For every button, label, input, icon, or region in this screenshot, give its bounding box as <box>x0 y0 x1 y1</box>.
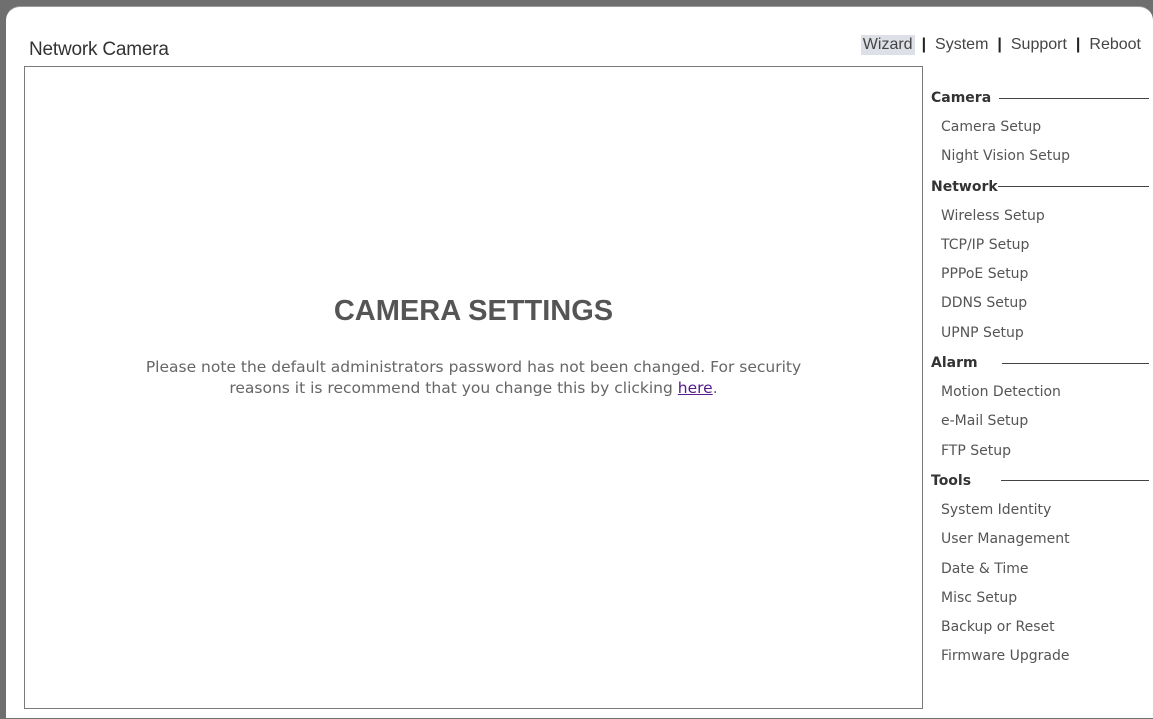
page-title: CAMERA SETTINGS <box>333 295 614 327</box>
sidebar-header-label: Camera <box>931 90 992 106</box>
nav-wizard-link[interactable]: Wizard <box>860 35 915 55</box>
change-password-link[interactable]: here <box>678 379 713 397</box>
sidebar-section-alarm: Alarm Motion Detection e-Mail Setup FTP … <box>931 348 1149 466</box>
section-divider <box>997 186 1149 188</box>
sidebar-section-network: Network Wireless Setup TCP/IP Setup PPPo… <box>931 172 1149 348</box>
sidebar-item-pppoe-setup[interactable]: PPPoE Setup <box>931 260 1149 289</box>
sidebar-header-label: Network <box>931 178 998 195</box>
sidebar-item-email-setup[interactable]: e-Mail Setup <box>931 407 1149 436</box>
section-divider <box>1001 480 1149 482</box>
nav-separator: | <box>997 36 1002 53</box>
notice-line-2: reasons it is recommend that you change … <box>229 379 678 397</box>
notice-suffix: . <box>712 379 718 397</box>
nav-system-link[interactable]: System <box>933 35 990 55</box>
sidebar-header-label: Tools <box>931 472 972 489</box>
sidebar-header-camera: Camera <box>931 83 1149 113</box>
sidebar-header-label: Alarm <box>931 355 978 372</box>
nav-support-link[interactable]: Support <box>1009 35 1069 55</box>
sidebar-item-user-management[interactable]: User Management <box>931 525 1149 554</box>
sidebar-section-camera: Camera Camera Setup Night Vision Setup <box>931 83 1149 172</box>
sidebar-header-alarm: Alarm <box>931 348 1149 378</box>
app-title: Network Camera <box>29 39 169 60</box>
section-divider <box>999 97 1149 99</box>
sidebar-item-upnp-setup[interactable]: UPNP Setup <box>931 319 1149 348</box>
sidebar-item-camera-setup[interactable]: Camera Setup <box>931 113 1149 142</box>
nav-separator: | <box>1075 36 1081 53</box>
sidebar-item-date-time[interactable]: Date & Time <box>931 555 1149 584</box>
password-notice: Please note the default administrators p… <box>45 357 902 399</box>
nav-reboot-link[interactable]: Reboot <box>1087 35 1143 55</box>
section-divider <box>1001 362 1149 364</box>
content-panel: CAMERA SETTINGS Please note the default … <box>24 66 923 709</box>
sidebar-item-backup-or-reset[interactable]: Backup or Reset <box>931 613 1149 642</box>
nav-separator: | <box>921 36 927 53</box>
sidebar-header-tools: Tools <box>931 466 1149 496</box>
notice-line-1: Please note the default administrators p… <box>145 358 802 376</box>
sidebar-item-motion-detection[interactable]: Motion Detection <box>931 378 1149 407</box>
app-window: Network Camera Wizard | System | Support… <box>6 6 1153 718</box>
sidebar-item-system-identity[interactable]: System Identity <box>931 496 1149 525</box>
sidebar-item-wireless-setup[interactable]: Wireless Setup <box>931 202 1149 231</box>
sidebar-item-night-vision-setup[interactable]: Night Vision Setup <box>931 142 1149 171</box>
sidebar-item-tcpip-setup[interactable]: TCP/IP Setup <box>931 231 1149 260</box>
top-nav: Wizard | System | Support | Reboot <box>860 35 1143 55</box>
sidebar-item-ftp-setup[interactable]: FTP Setup <box>931 437 1149 466</box>
sidebar-section-tools: Tools System Identity User Management Da… <box>931 466 1149 672</box>
sidebar-item-firmware-upgrade[interactable]: Firmware Upgrade <box>931 642 1149 671</box>
sidebar-menu: Camera Camera Setup Night Vision Setup N… <box>931 83 1149 672</box>
sidebar-item-misc-setup[interactable]: Misc Setup <box>931 584 1149 613</box>
sidebar-item-ddns-setup[interactable]: DDNS Setup <box>931 289 1149 318</box>
sidebar-header-network: Network <box>931 172 1149 202</box>
